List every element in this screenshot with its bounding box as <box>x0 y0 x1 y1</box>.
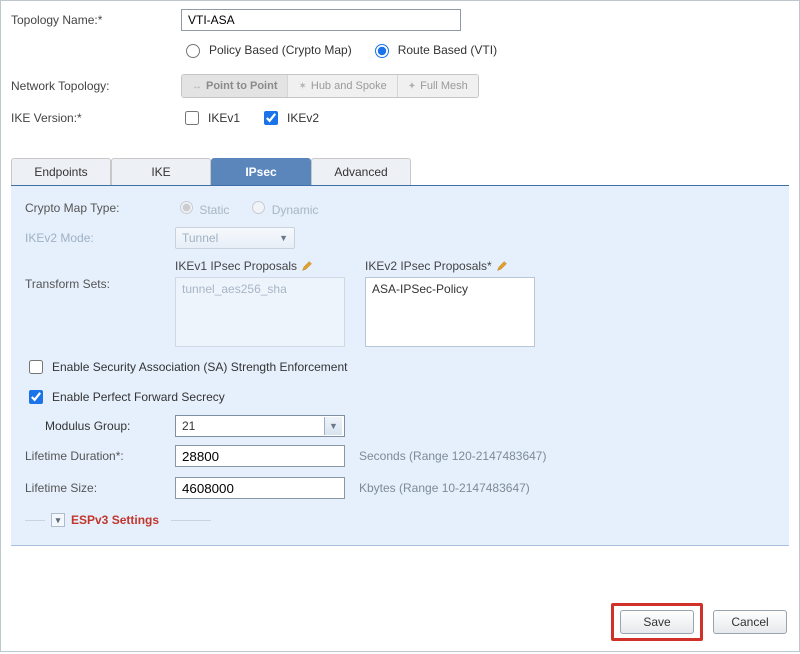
ptp-label: Point to Point <box>206 80 277 92</box>
modulus-label: Modulus Group: <box>45 419 175 433</box>
network-topology-row: Network Topology: ↔ Point to Point ✶ Hub… <box>11 74 789 98</box>
sa-enforce-checkbox[interactable] <box>29 360 43 374</box>
lifetime-duration-label: Lifetime Duration*: <box>25 449 175 463</box>
crypto-dynamic-radio <box>252 201 265 214</box>
transform-sets-row: Transform Sets: IKEv1 IPsec Proposals tu… <box>25 259 775 347</box>
ikev2-proposals-header: IKEv2 IPsec Proposals* <box>365 259 535 273</box>
rule-line <box>25 520 45 521</box>
chevron-down-icon: ▼ <box>324 417 342 435</box>
ikev1-option[interactable]: IKEv1 <box>181 108 240 128</box>
crypto-map-row: Crypto Map Type: Static Dynamic <box>25 198 775 217</box>
ikev1-proposals-list: tunnel_aes256_sha <box>175 277 345 347</box>
lifetime-duration-row: Lifetime Duration*: Seconds (Range 120-2… <box>25 445 775 467</box>
topology-hub-button[interactable]: ✶ Hub and Spoke <box>288 75 397 97</box>
crypto-static-label: Static <box>199 203 229 217</box>
hub-icon: ✶ <box>298 81 306 92</box>
ikev2-mode-value: Tunnel <box>182 231 218 245</box>
ike-version-label: IKE Version:* <box>11 111 181 125</box>
lifetime-size-input[interactable] <box>175 477 345 499</box>
lifetime-size-hint: Kbytes (Range 10-2147483647) <box>359 481 530 495</box>
full-icon: ✦ <box>408 81 416 92</box>
modulus-row: Modulus Group: 21 ▼ <box>45 415 775 437</box>
ikev2-option[interactable]: IKEv2 <box>260 108 319 128</box>
ikev1-proposals-header: IKEv1 IPsec Proposals <box>175 259 345 273</box>
lifetime-duration-hint: Seconds (Range 120-2147483647) <box>359 449 546 463</box>
modulus-select[interactable]: 21 ▼ <box>175 415 345 437</box>
ike-version-checks: IKEv1 IKEv2 <box>181 108 319 128</box>
route-based-option[interactable]: Route Based (VTI) <box>370 41 497 58</box>
crypto-dynamic-label: Dynamic <box>272 203 319 217</box>
save-button[interactable]: Save <box>620 610 694 634</box>
ikev2-mode-label: IKEv2 Mode: <box>25 231 175 245</box>
crypto-map-options: Static Dynamic <box>175 198 318 217</box>
tab-endpoints[interactable]: Endpoints <box>11 158 111 185</box>
ipsec-panel: Crypto Map Type: Static Dynamic IKEv2 Mo… <box>11 186 789 546</box>
hub-label: Hub and Spoke <box>311 80 387 92</box>
ike-version-row: IKE Version:* IKEv1 IKEv2 <box>11 108 789 128</box>
crypto-map-label: Crypto Map Type: <box>25 201 175 215</box>
ikev2-label: IKEv2 <box>287 111 319 125</box>
topology-ptp-button[interactable]: ↔ Point to Point <box>182 75 288 97</box>
topology-name-input[interactable] <box>181 9 461 31</box>
route-based-radio[interactable] <box>375 44 389 58</box>
tab-row: Endpoints IKE IPsec Advanced <box>11 158 789 186</box>
topology-segmented: ↔ Point to Point ✶ Hub and Spoke ✦ Full … <box>181 74 479 98</box>
tab-ipsec[interactable]: IPsec <box>211 158 311 185</box>
lifetime-size-label: Lifetime Size: <box>25 481 175 495</box>
pencil-icon[interactable] <box>496 260 508 272</box>
sa-enforce-row[interactable]: Enable Security Association (SA) Strengt… <box>25 357 775 377</box>
crypto-dynamic-option: Dynamic <box>247 198 318 217</box>
topology-name-row: Topology Name:* <box>11 9 789 31</box>
policy-based-label: Policy Based (Crypto Map) <box>209 43 352 57</box>
dialog: Topology Name:* Policy Based (Crypto Map… <box>0 0 800 652</box>
policy-type-row: Policy Based (Crypto Map) Route Based (V… <box>181 41 789 58</box>
chevron-down-icon: ▼ <box>279 233 288 243</box>
cancel-button[interactable]: Cancel <box>713 610 787 634</box>
sa-enforce-label: Enable Security Association (SA) Strengt… <box>52 360 347 374</box>
full-label: Full Mesh <box>420 80 468 92</box>
ikev1-proposals-label: IKEv1 IPsec Proposals <box>175 259 297 273</box>
crypto-static-option: Static <box>175 198 229 217</box>
route-based-label: Route Based (VTI) <box>398 43 497 57</box>
ikev2-mode-row: IKEv2 Mode: Tunnel ▼ <box>25 227 775 249</box>
rule-line <box>171 520 211 521</box>
crypto-static-radio <box>180 201 193 214</box>
modulus-value: 21 <box>182 419 195 433</box>
ikev1-proposals-value: tunnel_aes256_sha <box>182 282 338 296</box>
ptp-icon: ↔ <box>192 81 202 92</box>
topology-full-button[interactable]: ✦ Full Mesh <box>398 75 478 97</box>
ikev2-mode-select: Tunnel ▼ <box>175 227 295 249</box>
ikev1-checkbox[interactable] <box>185 111 199 125</box>
ikev2-proposals-label: IKEv2 IPsec Proposals* <box>365 259 492 273</box>
policy-based-radio[interactable] <box>186 44 200 58</box>
ikev2-proposals-value: ASA-IPSec-Policy <box>372 282 528 296</box>
pfs-label: Enable Perfect Forward Secrecy <box>52 390 225 404</box>
transform-sets-cols: IKEv1 IPsec Proposals tunnel_aes256_sha … <box>175 259 535 347</box>
disclosure-triangle-icon[interactable]: ▾ <box>51 513 65 527</box>
ikev1-label: IKEv1 <box>208 111 240 125</box>
espv3-section[interactable]: ▾ ESPv3 Settings <box>25 513 775 527</box>
ikev2-proposals-col: IKEv2 IPsec Proposals* ASA-IPSec-Policy <box>365 259 535 347</box>
lifetime-duration-input[interactable] <box>175 445 345 467</box>
pfs-row[interactable]: Enable Perfect Forward Secrecy <box>25 387 775 407</box>
tab-advanced[interactable]: Advanced <box>311 158 411 185</box>
footer-buttons: Save Cancel <box>611 603 787 641</box>
policy-based-option[interactable]: Policy Based (Crypto Map) <box>181 41 352 58</box>
ikev2-proposals-list[interactable]: ASA-IPSec-Policy <box>365 277 535 347</box>
lifetime-size-row: Lifetime Size: Kbytes (Range 10-21474836… <box>25 477 775 499</box>
network-topology-label: Network Topology: <box>11 79 181 93</box>
pencil-icon[interactable] <box>301 260 313 272</box>
ikev1-proposals-col: IKEv1 IPsec Proposals tunnel_aes256_sha <box>175 259 345 347</box>
topology-name-label: Topology Name:* <box>11 13 181 27</box>
ikev2-checkbox[interactable] <box>264 111 278 125</box>
transform-sets-label: Transform Sets: <box>25 259 175 291</box>
pfs-checkbox[interactable] <box>29 390 43 404</box>
save-highlight: Save <box>611 603 703 641</box>
espv3-label: ESPv3 Settings <box>71 513 159 527</box>
tab-ike[interactable]: IKE <box>111 158 211 185</box>
